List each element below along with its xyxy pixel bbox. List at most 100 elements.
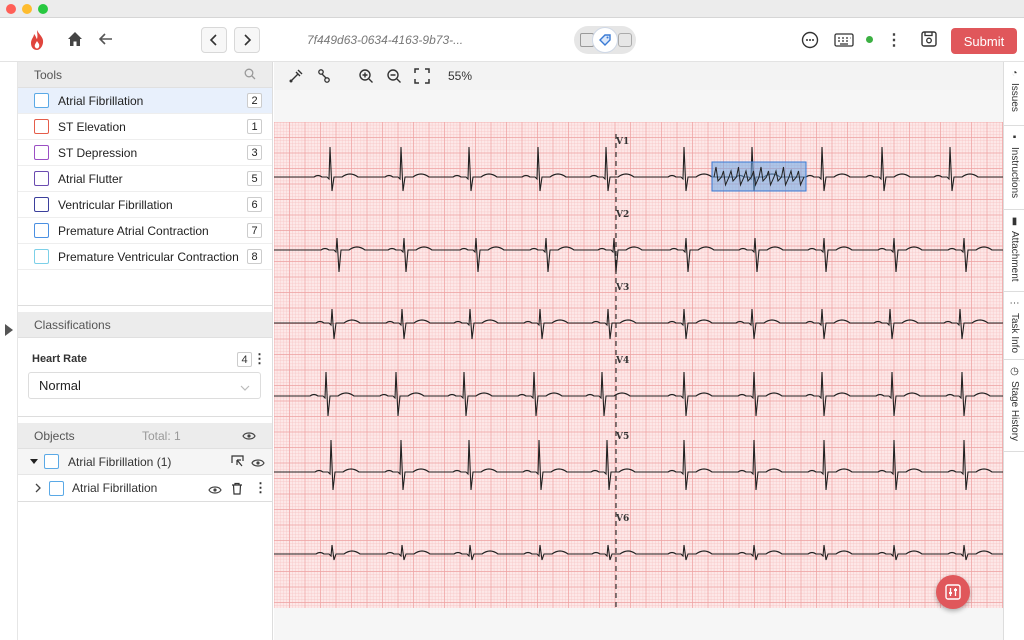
tab-label: Stage History — [1009, 381, 1020, 442]
tool-label: Premature Ventricular Contraction — [58, 249, 239, 264]
tool-label: Atrial Fibrillation — [58, 93, 144, 108]
tab-stage-history[interactable]: ◷ Stage History — [1004, 360, 1024, 452]
object-group-label: Atrial Fibrillation (1) — [68, 454, 172, 469]
tool-hotkey: 1 — [247, 119, 262, 134]
tool-label: Premature Atrial Contraction — [58, 223, 209, 238]
issues-icon: ◔ — [1011, 68, 1018, 79]
caret-down-icon[interactable] — [30, 459, 38, 464]
tab-label: Attachment — [1009, 231, 1020, 282]
objects-title: Objects — [34, 428, 75, 443]
expand-arrow-icon[interactable] — [5, 324, 13, 336]
tool-hotkey: 6 — [247, 197, 262, 212]
link-tool-icon[interactable] — [314, 66, 334, 86]
tab-attachment[interactable]: ▮ Attachment — [1004, 210, 1024, 292]
sliders-icon — [945, 584, 961, 600]
select-region-icon[interactable] — [231, 455, 244, 471]
home-icon[interactable] — [66, 30, 84, 48]
left-panel: Tools Atrial Fibrillation 2 ST Elevation 1 S… — [18, 62, 273, 640]
lead-label: V6 — [615, 514, 629, 524]
tool-item[interactable]: Premature Ventricular Contraction 8 — [18, 244, 272, 270]
object-row[interactable]: Atrial Fibrillation ⋮ — [18, 475, 272, 502]
comments-icon[interactable] — [800, 30, 820, 50]
tool-item[interactable]: Atrial Flutter 5 — [18, 166, 272, 192]
zoom-out-icon[interactable] — [384, 66, 404, 86]
window-chrome — [0, 0, 1024, 18]
tool-item[interactable]: Atrial Fibrillation 2 — [18, 88, 272, 114]
heart-rate-select[interactable]: Normal — [28, 372, 261, 399]
prev-task-button[interactable] — [201, 27, 227, 53]
tool-hotkey: 7 — [247, 223, 262, 238]
classifications-header: Classifications — [18, 312, 272, 338]
top-header: 7f449d63-0634-4163-9b73-... ⋮ Submit — [0, 18, 1024, 62]
object-color — [49, 481, 64, 496]
object-menu-icon[interactable]: ⋮ — [254, 480, 267, 496]
heart-rate-selected: Normal — [39, 378, 81, 393]
group-eye-icon[interactable] — [251, 457, 265, 471]
lead-label: V4 — [615, 356, 629, 366]
mode-toggle[interactable] — [574, 26, 636, 54]
zoom-in-icon[interactable] — [356, 66, 376, 86]
object-group-row[interactable]: Atrial Fibrillation (1) — [18, 449, 272, 475]
tool-label: Atrial Flutter — [58, 171, 123, 186]
next-task-button[interactable] — [234, 27, 260, 53]
lead-label: V2 — [615, 210, 629, 220]
chevron-down-icon — [240, 380, 250, 395]
tab-label: Instructions — [1009, 147, 1020, 199]
tool-hotkey: 8 — [247, 249, 262, 264]
chevron-right-icon[interactable] — [34, 482, 42, 497]
objects-total: Total: 1 — [142, 428, 181, 443]
tool-hotkey: 2 — [247, 93, 262, 108]
canvas-toolbar: 55% — [274, 62, 1003, 90]
save-icon[interactable] — [919, 29, 939, 49]
object-eye-icon[interactable] — [208, 484, 222, 498]
eye-icon[interactable] — [242, 430, 256, 444]
tool-hotkey: 3 — [247, 145, 262, 160]
right-sidebar: ◔ Issues ▪ Instructions ▮ Attachment ⋯ Task Inf… — [1003, 62, 1024, 640]
heart-rate-menu-icon[interactable]: ⋮ — [253, 351, 266, 367]
left-panel-collapse[interactable] — [0, 62, 18, 640]
tool-color-swatch — [34, 171, 49, 186]
qa-mode-icon[interactable] — [618, 33, 632, 47]
tab-label: Issues — [1009, 83, 1020, 112]
lead-label: V5 — [615, 432, 629, 442]
fit-screen-icon[interactable] — [412, 66, 432, 86]
minimize-window-icon[interactable] — [22, 3, 32, 14]
task-info-icon: ⋯ — [1009, 298, 1020, 309]
keyboard-icon[interactable] — [833, 30, 855, 50]
tab-label: Task Info — [1009, 313, 1020, 354]
submit-button[interactable]: Submit — [951, 28, 1017, 54]
more-options-icon[interactable]: ⋮ — [886, 30, 902, 50]
online-status-indicator — [866, 36, 873, 43]
tool-item[interactable]: ST Elevation 1 — [18, 114, 272, 140]
ecg-strip[interactable]: V1 V2 V3 V4 V5 V6 — [274, 122, 1003, 608]
trash-icon[interactable] — [231, 482, 243, 498]
tool-color-swatch — [34, 223, 49, 238]
back-arrow-icon[interactable] — [97, 30, 115, 48]
search-icon[interactable] — [244, 68, 256, 83]
tools-header: Tools — [18, 62, 272, 88]
tool-item[interactable]: Premature Atrial Contraction 7 — [18, 218, 272, 244]
classifications-title: Classifications — [34, 317, 111, 332]
maximize-window-icon[interactable] — [38, 3, 48, 14]
tab-instructions[interactable]: ▪ Instructions — [1004, 126, 1024, 210]
pen-tool-icon[interactable] — [286, 66, 306, 86]
adjust-settings-button[interactable] — [936, 575, 970, 609]
tab-issues[interactable]: ◔ Issues — [1004, 62, 1024, 126]
heart-rate-key: 4 — [237, 352, 252, 367]
objects-header: Objects Total: 1 — [18, 423, 272, 449]
instructions-icon: ▪ — [1012, 132, 1017, 143]
tab-task-info[interactable]: ⋯ Task Info — [1004, 292, 1024, 360]
tool-item[interactable]: Ventricular Fibrillation 6 — [18, 192, 272, 218]
tool-label: Ventricular Fibrillation — [58, 197, 173, 212]
tool-color-swatch — [34, 93, 49, 108]
object-label: Atrial Fibrillation — [72, 481, 158, 495]
tool-item[interactable]: ST Depression 3 — [18, 140, 272, 166]
tool-label: ST Depression — [58, 145, 138, 160]
canvas-area[interactable]: 55% V1 V2 V3 V4 V5 V6 — [274, 62, 1003, 640]
label-mode-icon[interactable] — [592, 27, 618, 53]
close-window-icon[interactable] — [6, 3, 16, 14]
tool-color-swatch — [34, 249, 49, 264]
attachment-icon: ▮ — [1011, 216, 1018, 227]
zoom-level: 55% — [448, 69, 473, 83]
tool-color-swatch — [34, 119, 49, 134]
